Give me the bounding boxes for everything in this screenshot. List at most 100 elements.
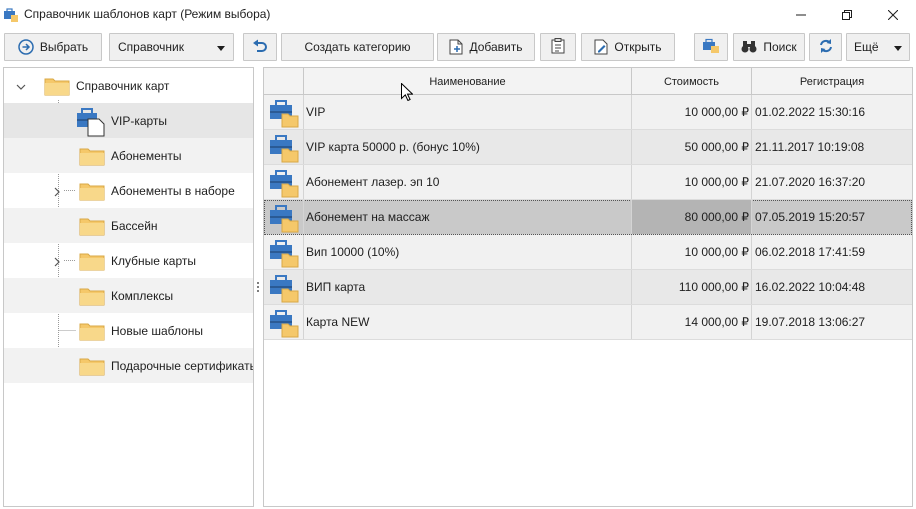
edit-document-icon	[594, 39, 608, 55]
grid-header-registration[interactable]: Регистрация	[752, 68, 912, 95]
tree-item-new-templates[interactable]: Новые шаблоны	[4, 313, 253, 348]
card-template-icon	[264, 165, 304, 199]
select-button[interactable]: Выбрать	[4, 33, 102, 61]
row-registration: 07.05.2019 15:20:57	[755, 210, 866, 224]
row-cost: 10 000,00 ₽	[632, 235, 752, 269]
card-briefcase-icon	[702, 38, 720, 57]
row-registration: 21.11.2017 10:19:08	[755, 140, 865, 154]
table-row[interactable]: VIP 10 000,00 ₽ 01.02.2022 15:30:16	[264, 95, 912, 130]
card-template-icon	[264, 235, 304, 269]
row-cost: 110 000,00 ₽	[632, 270, 752, 304]
grid-header-cost[interactable]: Стоимость	[632, 68, 752, 95]
row-name: Абонемент на массаж	[304, 200, 632, 234]
row-name: VIP	[304, 95, 632, 129]
open-button-label: Открыть	[614, 40, 662, 54]
row-name: Карта NEW	[304, 305, 632, 339]
folder-icon	[79, 321, 105, 344]
row-registration: 16.02.2022 10:04:48	[755, 280, 866, 294]
more-dropdown[interactable]: Ещё	[846, 33, 910, 61]
tree-item-label: Клубные карты	[111, 253, 196, 268]
row-cost: 50 000,00 ₽	[632, 130, 752, 164]
tree-item-vip-cards[interactable]: VIP-карты	[4, 103, 253, 138]
row-name: VIP карта 50000 р. (бонус 10%)	[304, 130, 632, 164]
panel-splitter[interactable]	[256, 280, 260, 294]
arrow-right-circle-icon	[18, 39, 34, 55]
tree-item-pool[interactable]: Бассейн	[4, 208, 253, 243]
chevron-down-icon	[894, 40, 902, 54]
table-row[interactable]: Вип 10000 (10%) 10 000,00 ₽ 06.02.2018 1…	[264, 235, 912, 270]
tree-item-label: Подарочные сертификаты	[111, 358, 254, 373]
card-template-icon	[264, 200, 304, 234]
clipboard-icon	[551, 37, 565, 57]
table-row[interactable]: Абонемент лазер. эп 10 10 000,00 ₽ 21.07…	[264, 165, 912, 200]
folder-icon	[79, 146, 105, 169]
card-document-icon	[76, 105, 106, 140]
tree-item-subscriptions[interactable]: Абонементы	[4, 138, 253, 173]
chevron-right-icon[interactable]	[52, 186, 62, 197]
tree-item-club-cards[interactable]: Клубные карты	[4, 243, 253, 278]
grid-header: Наименование Стоимость Регистрация	[264, 68, 912, 95]
title-bar: Справочник шаблонов карт (Режим выбора)	[0, 0, 916, 30]
table-row[interactable]: VIP карта 50000 р. (бонус 10%) 50 000,00…	[264, 130, 912, 165]
row-registration: 06.02.2018 17:41:59	[755, 245, 866, 259]
undo-icon	[252, 38, 268, 57]
row-registration: 01.02.2022 15:30:16	[755, 105, 866, 119]
row-cost: 10 000,00 ₽	[632, 165, 752, 199]
tree-item-complexes[interactable]: Комплексы	[4, 278, 253, 313]
window-title: Справочник шаблонов карт (Режим выбора)	[24, 7, 271, 21]
row-cost: 10 000,00 ₽	[632, 95, 752, 129]
add-button-label: Добавить	[469, 40, 523, 54]
refresh-button[interactable]	[809, 33, 842, 61]
add-button[interactable]: Добавить	[437, 33, 535, 61]
mouse-cursor-icon	[401, 82, 414, 104]
tree-item-label: Абонементы	[111, 148, 182, 163]
paste-button[interactable]	[540, 33, 576, 61]
card-template-icon	[264, 305, 304, 339]
create-category-label: Создать категорию	[304, 40, 411, 54]
tree-item-label: Абонементы в наборе	[111, 183, 235, 198]
directory-dropdown[interactable]: Справочник	[109, 33, 234, 61]
open-button[interactable]: Открыть	[581, 33, 675, 61]
tree-item-label: Комплексы	[111, 288, 174, 303]
grid-header-name[interactable]: Наименование	[304, 68, 632, 95]
tree-item-label: Бассейн	[111, 218, 158, 233]
select-button-label: Выбрать	[39, 40, 89, 54]
tree-item-gift-certificates[interactable]: Подарочные сертификаты	[4, 348, 253, 383]
binoculars-icon	[741, 40, 757, 54]
folder-icon	[79, 251, 105, 274]
row-registration: 21.07.2020 16:37:20	[755, 175, 866, 189]
card-catalog-icon	[3, 7, 19, 23]
table-row[interactable]: ВИП карта 110 000,00 ₽ 16.02.2022 10:04:…	[264, 270, 912, 305]
search-button-label: Поиск	[763, 40, 797, 54]
undo-button[interactable]	[243, 33, 277, 61]
tree-item-subscriptions-set[interactable]: Абонементы в наборе	[4, 173, 253, 208]
table-row-selected[interactable]: Абонемент на массаж 80 000,00 ₽ 07.05.20…	[264, 200, 912, 235]
more-dropdown-label: Ещё	[854, 40, 879, 54]
grid-header-icon-col[interactable]	[264, 68, 304, 95]
create-category-button[interactable]: Создать категорию	[281, 33, 434, 61]
restore-button[interactable]	[824, 0, 870, 30]
row-name: ВИП карта	[304, 270, 632, 304]
folder-icon	[79, 286, 105, 309]
card-template-icon	[264, 130, 304, 164]
card-template-icon	[264, 95, 304, 129]
minimize-button[interactable]	[778, 0, 824, 30]
folder-icon	[79, 181, 105, 204]
search-button[interactable]: Поиск	[733, 33, 805, 61]
card-templates-grid[interactable]: Наименование Стоимость Регистрация VIP 1…	[263, 67, 913, 507]
row-registration: 19.07.2018 13:06:27	[755, 315, 866, 329]
row-name: Вип 10000 (10%)	[304, 235, 632, 269]
tree-item-label: VIP-карты	[111, 113, 168, 128]
directory-dropdown-value: Справочник	[118, 40, 184, 54]
add-document-icon	[449, 39, 463, 55]
chevron-down-icon	[217, 40, 225, 54]
chevron-right-icon[interactable]	[52, 256, 62, 267]
row-cost: 80 000,00 ₽	[632, 200, 752, 234]
close-button[interactable]	[870, 0, 916, 30]
card-category-button[interactable]	[694, 33, 728, 61]
category-tree[interactable]: Справочник карт VIP-карты Абонементы Або…	[3, 67, 254, 507]
folder-icon	[79, 216, 105, 239]
table-row[interactable]: Карта NEW 14 000,00 ₽ 19.07.2018 13:06:2…	[264, 305, 912, 340]
folder-icon	[79, 356, 105, 379]
row-cost: 14 000,00 ₽	[632, 305, 752, 339]
